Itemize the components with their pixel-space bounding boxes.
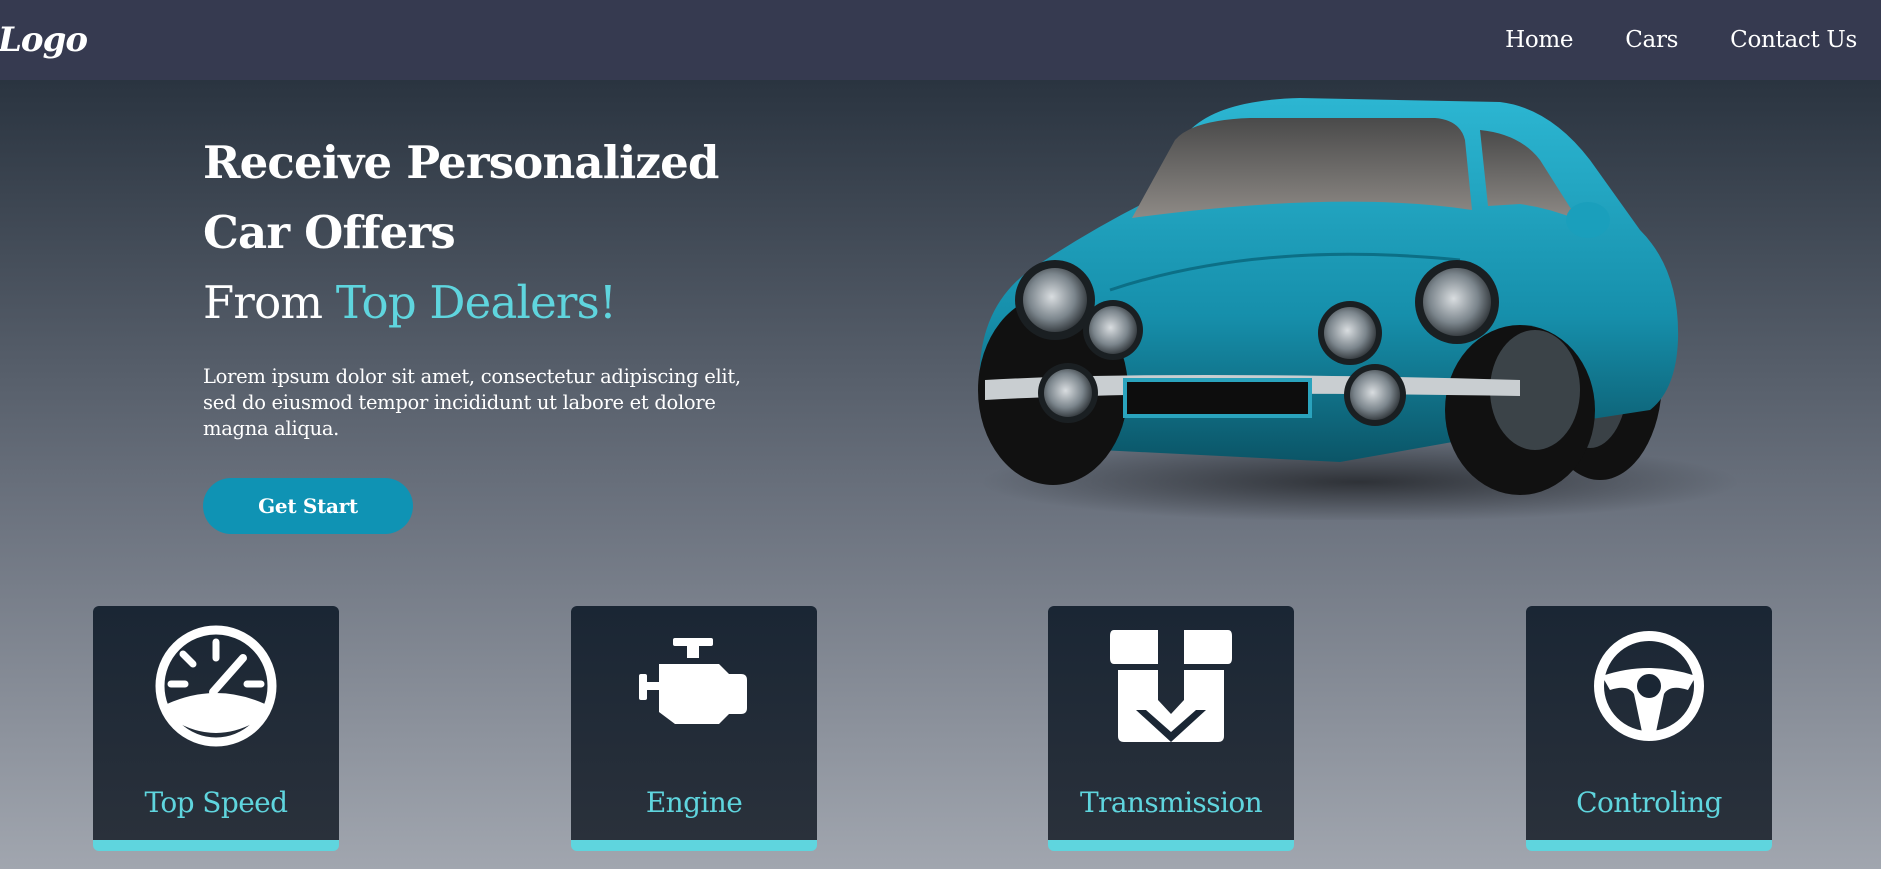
- engine-icon: [639, 638, 747, 724]
- nav-link-home[interactable]: Home: [1505, 27, 1573, 53]
- navbar: Logo Home Cars Contact Us: [0, 0, 1881, 80]
- feature-card-engine[interactable]: Engine: [571, 606, 817, 851]
- get-start-button[interactable]: Get Start: [203, 478, 413, 534]
- speedometer-icon: [155, 625, 277, 747]
- feature-label-engine: Engine: [645, 786, 743, 819]
- hero-headline: Receive Personalized Car Offers: [203, 128, 763, 268]
- feature-card-top-speed[interactable]: Top Speed: [93, 606, 339, 851]
- headline-line-2: Car Offers: [203, 206, 456, 259]
- subheadline-prefix: From: [203, 276, 336, 329]
- feature-card-controling[interactable]: Controling: [1526, 606, 1772, 851]
- hero-text: Receive Personalized Car Offers From Top…: [203, 128, 763, 534]
- features-section: Top Speed Engine Transmission Controling: [0, 606, 1881, 851]
- transmission-icon: [1110, 630, 1232, 742]
- nav-link-contact[interactable]: Contact Us: [1730, 27, 1857, 53]
- nav-link-cars[interactable]: Cars: [1625, 27, 1678, 53]
- car-illustration: [978, 98, 1740, 522]
- logo[interactable]: Logo: [0, 20, 88, 60]
- hero-subheadline: From Top Dealers!: [203, 268, 763, 338]
- feature-label-top-speed: Top Speed: [144, 786, 289, 819]
- hero-lead: Lorem ipsum dolor sit amet, consectetur …: [203, 365, 741, 440]
- feature-label-controling: Controling: [1576, 786, 1722, 819]
- headline-line-1: Receive Personalized: [203, 136, 719, 189]
- hero-car-image: [960, 90, 1750, 522]
- feature-card-transmission[interactable]: Transmission: [1048, 606, 1294, 851]
- feature-label-transmission: Transmission: [1079, 786, 1263, 819]
- nav-links: Home Cars Contact Us: [1453, 27, 1881, 53]
- subheadline-accent: Top Dealers!: [335, 276, 617, 329]
- steering-wheel-icon: [1594, 631, 1704, 741]
